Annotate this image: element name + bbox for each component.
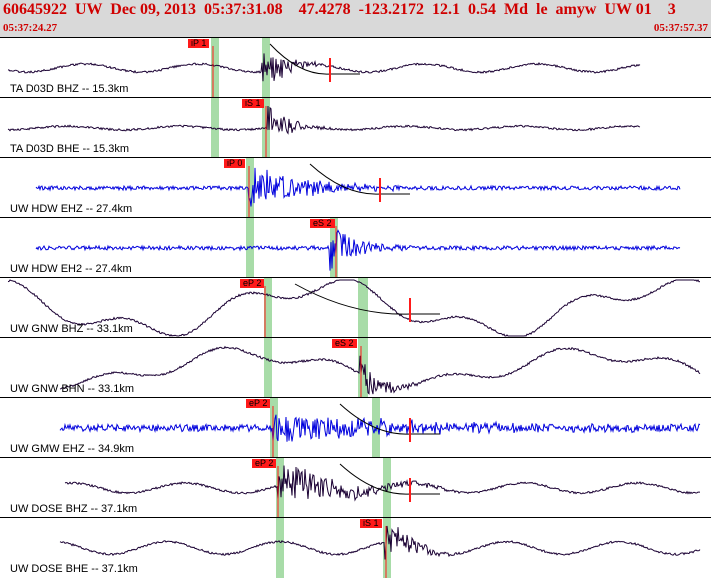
station-channel-label: UW GNW BHZ -- 33.1km [10,323,133,335]
waveform-trace [64,465,700,502]
waveform-trace [7,105,641,135]
waveform-trace [7,53,641,82]
waveform-trace [59,345,701,395]
phase-pick-label[interactable]: iP 1 [188,39,210,48]
station-channel-label: UW GMW EHZ -- 34.9km [10,443,135,455]
trace-panel[interactable]: eS 2 UW HDW EH2 -- 27.4km [0,217,711,278]
trace-panel[interactable]: eS 2 UW GNW BHN -- 33.1km [0,337,711,398]
trace-panel[interactable]: iP 0 UW HDW EHZ -- 27.4km [0,157,711,218]
trace-panel[interactable]: iS 1 UW DOSE BHE -- 37.1km [0,517,711,578]
phase-pick-label[interactable]: eP 2 [246,399,271,408]
station-channel-label: UW HDW EHZ -- 27.4km [10,203,133,215]
waveform-trace [59,525,701,560]
waveform-trace [35,167,681,207]
trace-panel[interactable]: eP 2 UW GMW EHZ -- 34.9km [0,397,711,458]
event-summary-title: 60645922 UW Dec 09, 2013 05:37:31.08 47.… [3,1,676,18]
phase-pick-label[interactable]: iS 1 [360,519,382,528]
window-end-time: 05:37:57.37 [653,22,708,34]
phase-pick-label[interactable]: eS 2 [310,219,335,228]
station-channel-label: UW DOSE BHE -- 37.1km [10,563,138,575]
phase-pick-label[interactable]: eP 2 [252,459,277,468]
window-start-time: 05:37:24.27 [3,22,58,34]
phase-pick-label[interactable]: eP 2 [240,279,265,288]
waveform-trace [35,229,681,271]
phase-window-band [211,38,219,98]
phase-pick-label[interactable]: iP 0 [224,159,246,168]
phase-window-band [276,518,284,578]
seismogram-panels: iP 1 TA D03D BHZ -- 15.3km iS 1 TA D03D BHE… [0,37,711,578]
trace-panel[interactable]: iS 1 TA D03D BHE -- 15.3km [0,97,711,158]
event-header: 60645922 UW Dec 09, 2013 05:37:31.08 47.… [0,0,711,37]
station-channel-label: TA D03D BHZ -- 15.3km [10,83,129,95]
phase-pick-label[interactable]: iS 1 [242,99,264,108]
trace-panel[interactable]: eP 2 UW GNW BHZ -- 33.1km [0,277,711,338]
station-channel-label: TA D03D BHE -- 15.3km [10,143,129,155]
trace-panel[interactable]: iP 1 TA D03D BHZ -- 15.3km [0,37,711,98]
station-channel-label: UW HDW EH2 -- 27.4km [10,263,132,275]
phase-pick-label[interactable]: eS 2 [332,339,357,348]
station-channel-label: UW GNW BHN -- 33.1km [10,383,135,395]
station-channel-label: UW DOSE BHZ -- 37.1km [10,503,138,515]
trace-panel[interactable]: eP 2 UW DOSE BHZ -- 37.1km [0,457,711,518]
phase-window-band [264,338,272,398]
